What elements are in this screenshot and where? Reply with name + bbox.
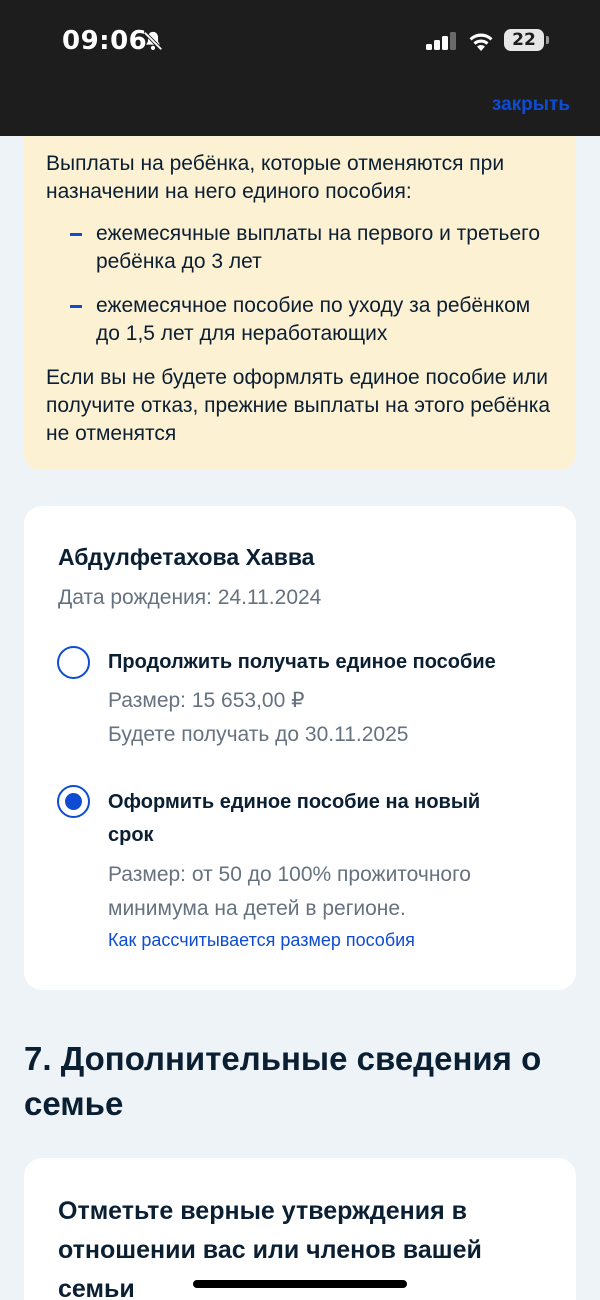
home-indicator[interactable]	[193, 1280, 407, 1288]
info-intro: Выплаты на ребёнка, которые отменяются п…	[46, 152, 505, 203]
signal-icon	[426, 32, 456, 50]
option-continue-title[interactable]: Продолжить получать единое пособие	[108, 646, 528, 679]
benefit-calculation-link[interactable]: Как рассчитывается размер пособия	[108, 930, 415, 951]
wifi-icon	[469, 33, 493, 51]
info-card: Выплаты на ребёнка, которые отменяются п…	[24, 136, 576, 470]
option-continue-size: Размер: 15 653,00 ₽	[108, 689, 305, 712]
question-card: Отметьте верные утверждения в отношении …	[24, 1158, 576, 1300]
top-bar: 09:06 22 закрыть	[0, 0, 600, 136]
battery-icon: 22	[504, 29, 544, 51]
info-bullet: ежемесячное пособие по уходу за ребёнком…	[46, 292, 554, 348]
radio-new-term[interactable]	[57, 785, 90, 818]
battery-nub	[546, 36, 549, 44]
dash-icon	[70, 233, 82, 236]
child-dob: Дата рождения: 24.11.2024	[58, 586, 322, 609]
child-name: Абдулфетахова Хавва	[58, 544, 315, 570]
info-footer: Если вы не будете оформлять единое пособ…	[46, 366, 551, 445]
bell-off-icon	[143, 31, 163, 51]
close-button[interactable]: закрыть	[492, 94, 570, 116]
option-new-term-size: Размер: от 50 до 100% прожиточного миним…	[108, 863, 471, 920]
info-bullet-text: ежемесячное пособие по уходу за ребёнком…	[96, 294, 531, 345]
info-bullet: ежемесячные выплаты на первого и третьег…	[46, 220, 554, 276]
radio-continue-benefit[interactable]	[57, 646, 90, 679]
section-title: 7. Дополнительные сведения о семье	[24, 1040, 542, 1122]
option-continue-until: Будете получать до 30.11.2025	[108, 723, 409, 746]
dash-icon	[70, 305, 82, 308]
child-card: Абдулфетахова Хавва Дата рождения: 24.11…	[24, 506, 576, 990]
option-new-term-title[interactable]: Оформить единое пособие на новый срок	[108, 786, 528, 852]
status-time: 09:06	[62, 26, 148, 56]
info-bullet-text: ежемесячные выплаты на первого и третьег…	[96, 222, 541, 273]
